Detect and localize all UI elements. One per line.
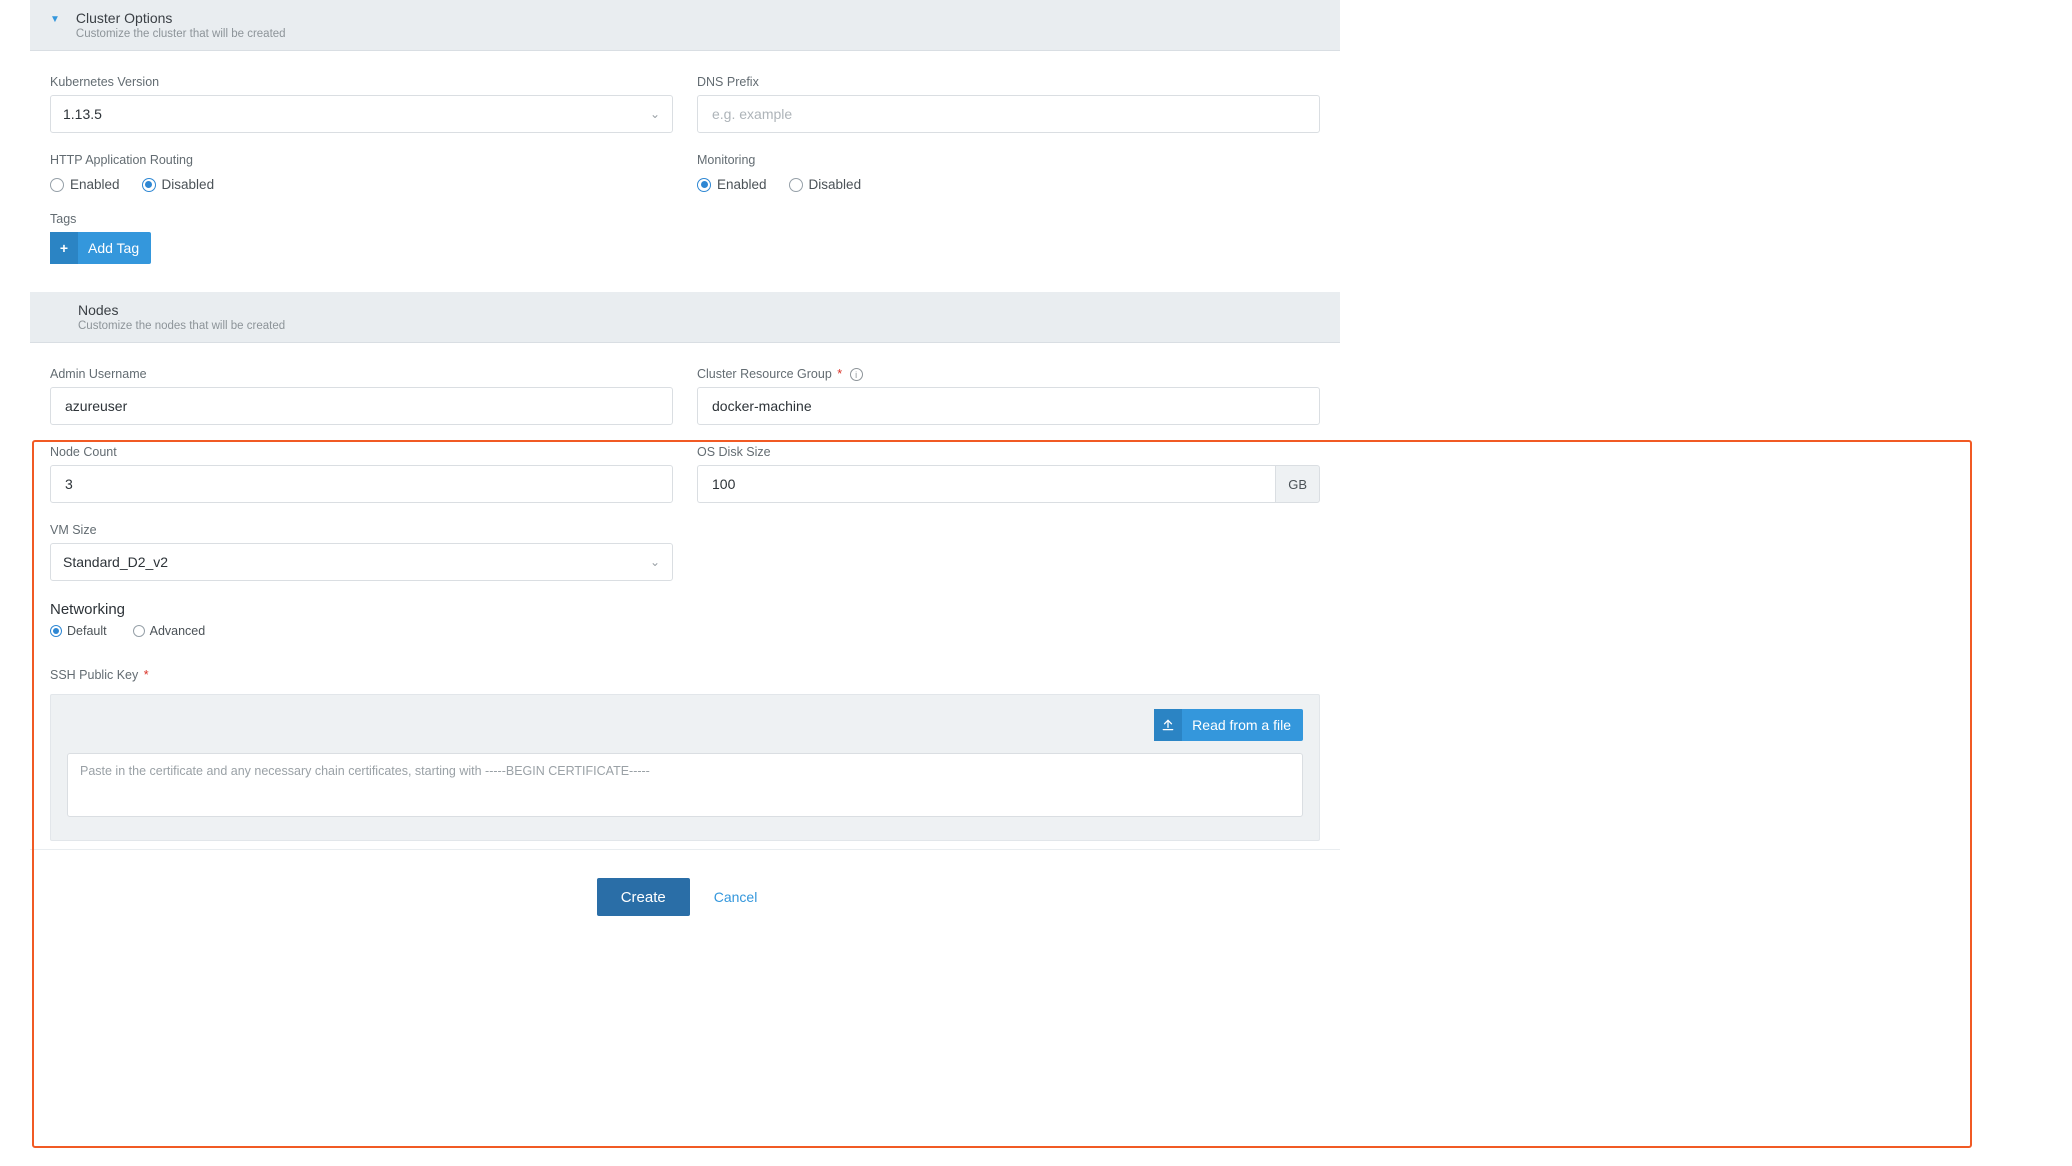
ssh-public-key-label: SSH Public Key * xyxy=(50,668,1320,682)
k8s-version-select[interactable]: 1.13.5 ⌄ xyxy=(50,95,673,133)
footer-actions: Create Cancel xyxy=(30,849,1340,938)
monitoring-disabled[interactable]: Disabled xyxy=(789,177,862,192)
node-count-input-wrap xyxy=(50,465,673,503)
add-tag-label: Add Tag xyxy=(88,240,139,256)
dns-prefix-input[interactable] xyxy=(710,105,1307,123)
k8s-version-value: 1.13.5 xyxy=(63,106,102,122)
read-from-file-button[interactable]: Read from a file xyxy=(1154,709,1303,741)
monitoring-enabled[interactable]: Enabled xyxy=(697,177,767,192)
cluster-options-subtitle: Customize the cluster that will be creat… xyxy=(76,28,286,40)
networking-title: Networking xyxy=(50,601,673,618)
radio-icon xyxy=(142,178,156,192)
networking-default-label: Default xyxy=(67,624,107,638)
upload-icon xyxy=(1154,709,1182,741)
http-routing-enabled-label: Enabled xyxy=(70,177,120,192)
read-from-file-label: Read from a file xyxy=(1192,717,1291,733)
cluster-options-header[interactable]: ▼ Cluster Options Customize the cluster … xyxy=(30,0,1340,51)
vm-size-label: VM Size xyxy=(50,523,673,537)
nodes-title: Nodes xyxy=(78,302,285,318)
cluster-resource-group-label: Cluster Resource Group * i xyxy=(697,367,1320,381)
os-disk-size-label: OS Disk Size xyxy=(697,445,1320,459)
info-icon[interactable]: i xyxy=(850,368,863,381)
nodes-body: Admin Username Cluster Resource Group * … xyxy=(30,343,1340,849)
radio-icon xyxy=(789,178,803,192)
radio-icon xyxy=(697,178,711,192)
os-disk-input-wrap xyxy=(697,465,1275,503)
k8s-version-label: Kubernetes Version xyxy=(50,75,673,89)
monitoring-label: Monitoring xyxy=(697,153,1320,167)
networking-default[interactable]: Default xyxy=(50,624,107,638)
http-routing-radios: Enabled Disabled xyxy=(50,173,673,192)
node-count-label: Node Count xyxy=(50,445,673,459)
monitoring-radios: Enabled Disabled xyxy=(697,173,1320,192)
radio-icon xyxy=(133,625,145,637)
networking-radios: Default Advanced xyxy=(50,624,673,638)
node-count-input[interactable] xyxy=(63,475,660,493)
ssh-public-key-textarea[interactable] xyxy=(67,753,1303,817)
networking-advanced-label: Advanced xyxy=(150,624,206,638)
cluster-options-body: Kubernetes Version 1.13.5 ⌄ DNS Prefix H… xyxy=(30,51,1340,292)
dns-prefix-input-wrap xyxy=(697,95,1320,133)
cluster-resource-group-input[interactable] xyxy=(710,397,1307,415)
admin-username-input[interactable] xyxy=(63,397,660,415)
required-asterisk: * xyxy=(144,668,149,682)
http-routing-disabled-label: Disabled xyxy=(162,177,215,192)
nodes-titles: Nodes Customize the nodes that will be c… xyxy=(78,302,285,332)
cluster-options-title: Cluster Options xyxy=(76,10,286,26)
networking-advanced[interactable]: Advanced xyxy=(133,624,206,638)
http-routing-label: HTTP Application Routing xyxy=(50,153,673,167)
os-disk-unit: GB xyxy=(1275,465,1320,503)
tags-label: Tags xyxy=(50,212,673,226)
os-disk-input[interactable] xyxy=(710,475,1263,493)
vm-size-value: Standard_D2_v2 xyxy=(63,554,168,570)
caret-down-icon: ▼ xyxy=(50,14,60,25)
monitoring-disabled-label: Disabled xyxy=(809,177,862,192)
chevron-down-icon: ⌄ xyxy=(650,107,660,121)
vm-size-select[interactable]: Standard_D2_v2 ⌄ xyxy=(50,543,673,581)
create-button[interactable]: Create xyxy=(597,878,690,916)
cancel-button[interactable]: Cancel xyxy=(698,878,774,916)
add-tag-button[interactable]: + Add Tag xyxy=(50,232,151,264)
admin-username-label: Admin Username xyxy=(50,367,673,381)
crg-label-text: Cluster Resource Group xyxy=(697,367,832,381)
cluster-options-titles: Cluster Options Customize the cluster th… xyxy=(76,10,286,40)
ssh-label-text: SSH Public Key xyxy=(50,668,138,682)
chevron-down-icon: ⌄ xyxy=(650,555,660,569)
os-disk-input-group: GB xyxy=(697,465,1320,503)
create-label: Create xyxy=(621,889,666,906)
ssh-public-key-box: Read from a file xyxy=(50,694,1320,841)
radio-icon xyxy=(50,625,62,637)
required-asterisk: * xyxy=(837,367,842,381)
monitoring-enabled-label: Enabled xyxy=(717,177,767,192)
plus-icon: + xyxy=(50,232,78,264)
nodes-subtitle: Customize the nodes that will be created xyxy=(78,320,285,332)
cluster-resource-group-input-wrap xyxy=(697,387,1320,425)
nodes-header[interactable]: Nodes Customize the nodes that will be c… xyxy=(30,292,1340,343)
http-routing-enabled[interactable]: Enabled xyxy=(50,177,120,192)
admin-username-input-wrap xyxy=(50,387,673,425)
cancel-label: Cancel xyxy=(714,889,758,905)
dns-prefix-label: DNS Prefix xyxy=(697,75,1320,89)
radio-icon xyxy=(50,178,64,192)
http-routing-disabled[interactable]: Disabled xyxy=(142,177,215,192)
